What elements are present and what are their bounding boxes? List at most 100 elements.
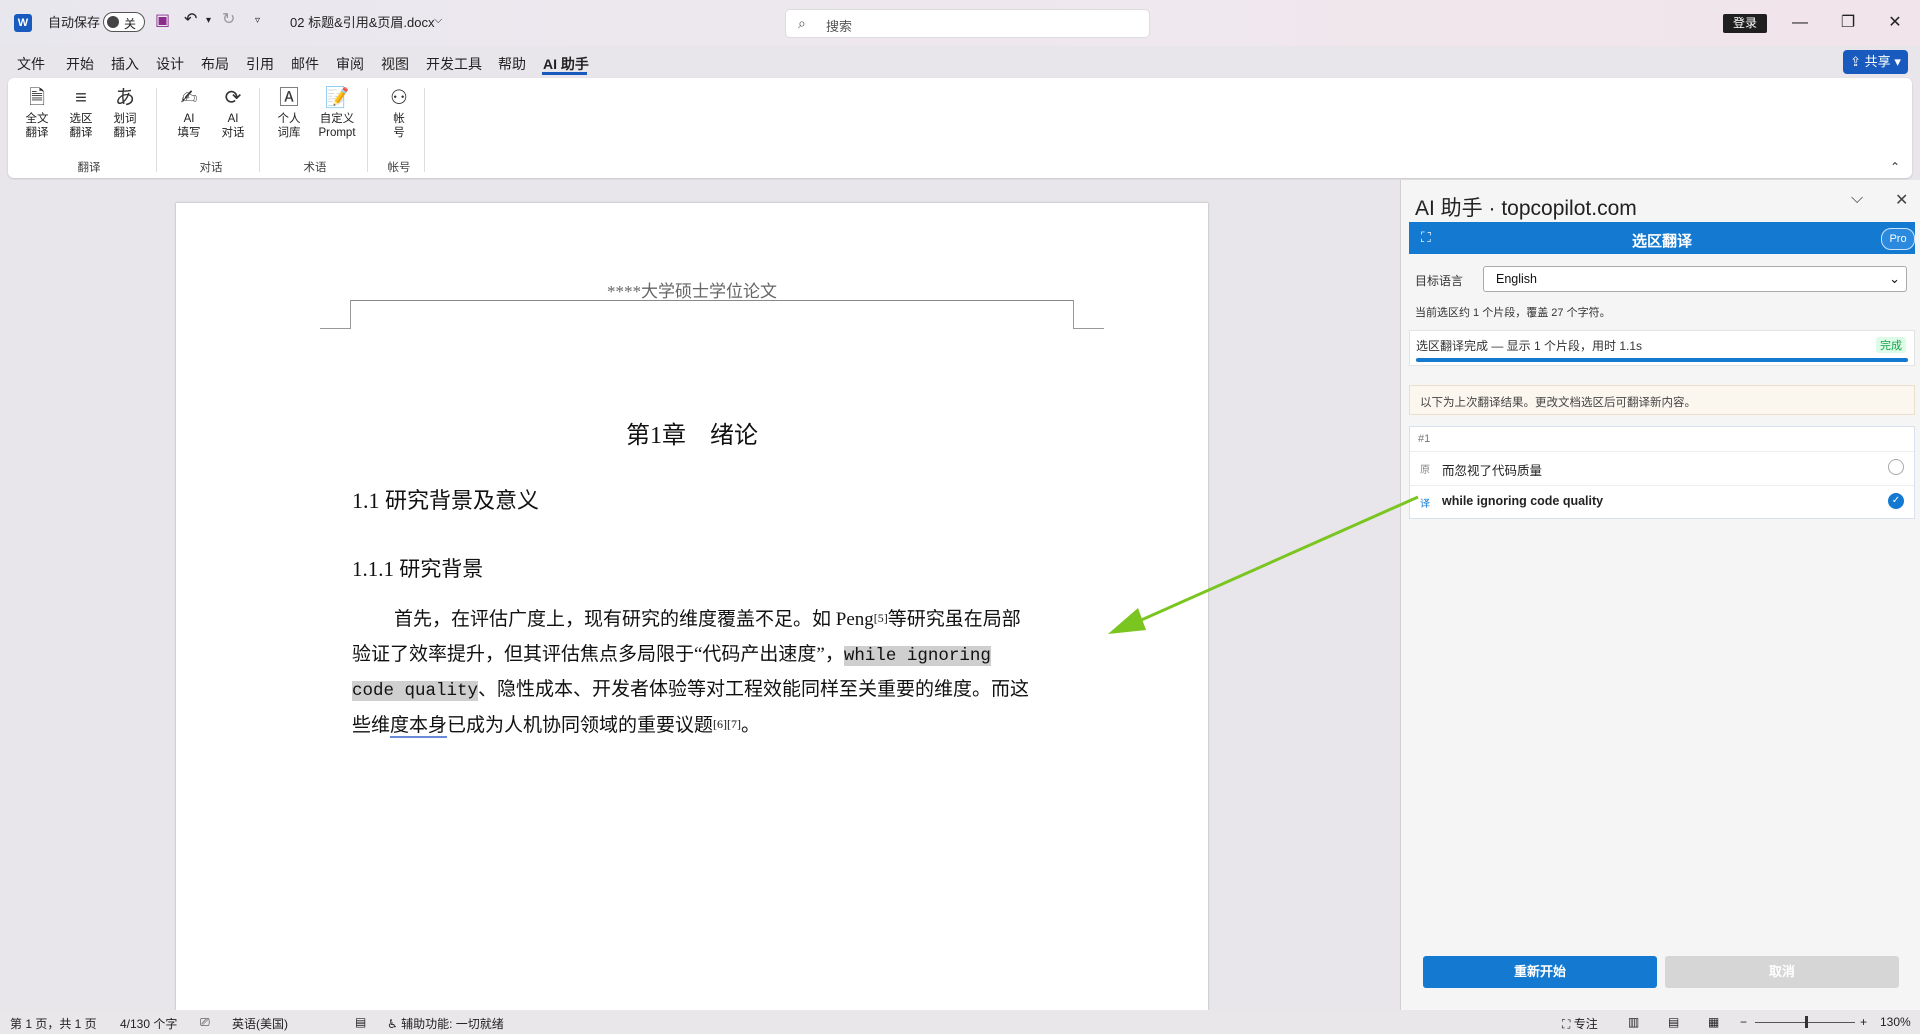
citation-superscript[interactable]: [5]: [874, 611, 888, 625]
ai-fill-label-2: 填写: [177, 127, 201, 139]
notice-box: 以下为上次翻译结果。更改文档选区后可翻译新内容。: [1409, 385, 1915, 415]
redo-icon[interactable]: ↻: [222, 9, 235, 29]
custom-prompt-button[interactable]: 📝 自定义 Prompt: [312, 86, 362, 140]
progress-track: [1416, 358, 1908, 362]
search-icon: ⌕: [798, 15, 806, 31]
tab-file[interactable]: 文件: [17, 54, 45, 74]
word-count[interactable]: 4/130 个字: [120, 1015, 177, 1032]
tab-design[interactable]: 设计: [156, 54, 184, 74]
title-bar: W 自动保存 关 ▣ ↶ ▾ ↻ ▿ 02 标题&引用&页眉.docx ⌵ ⌕ …: [0, 0, 1920, 46]
account-label-1: 帐: [393, 113, 405, 125]
document-page[interactable]: ****大学硕士学位论文 第1章 绪论 1.1 研究背景及意义 1.1.1 研究…: [176, 203, 1208, 1010]
zoom-in-icon[interactable]: +: [1860, 1015, 1867, 1029]
zoom-out-icon[interactable]: −: [1740, 1015, 1747, 1029]
customize-toolbar-icon[interactable]: ▿: [255, 15, 260, 26]
result-index: #1: [1418, 433, 1431, 445]
close-icon[interactable]: ✕: [1880, 10, 1910, 36]
tab-home[interactable]: 开始: [66, 54, 94, 74]
translation-row[interactable]: 译 while ignoring code quality ✓: [1410, 485, 1914, 516]
zoom-slider-thumb[interactable]: [1805, 1016, 1808, 1028]
target-language-select[interactable]: English ⌄: [1483, 266, 1907, 292]
group-terms: 术语: [303, 162, 327, 174]
minimize-icon[interactable]: —: [1785, 10, 1815, 36]
source-row[interactable]: 原 而忽视了代码质量: [1410, 451, 1914, 482]
citation-superscript[interactable]: [6][7]: [713, 717, 741, 731]
notice-text: 以下为上次翻译结果。更改文档选区后可翻译新内容。: [1420, 397, 1696, 409]
pro-badge[interactable]: Pro: [1881, 228, 1915, 250]
save-icon[interactable]: ▣: [155, 10, 170, 30]
tab-mailings[interactable]: 邮件: [291, 54, 319, 74]
group-chat: 对话: [199, 162, 223, 174]
tab-review[interactable]: 审阅: [336, 54, 364, 74]
language-status[interactable]: 英语(美国): [232, 1015, 288, 1032]
autosave-state: 关: [124, 17, 137, 31]
tab-help[interactable]: 帮助: [498, 54, 526, 74]
text-run: 。: [741, 714, 761, 736]
target-language-value: English: [1496, 272, 1537, 286]
tab-insert[interactable]: 插入: [111, 54, 139, 74]
accessibility-icon: ♿: [387, 1017, 398, 1031]
undo-dropdown-icon[interactable]: ▾: [206, 15, 211, 26]
personal-glossary-button[interactable]: 🄰 个人 词库: [272, 86, 306, 140]
status-bar: 第 1 页，共 1 页 4/130 个字 ⎚ 英语(美国) ▤ ♿ 辅助功能: …: [0, 1010, 1920, 1034]
word-app-icon: W: [14, 14, 32, 32]
ai-fill-button[interactable]: ✍ AI 填写: [172, 86, 206, 140]
full-translate-button[interactable]: 🗎 全文 翻译: [20, 86, 54, 140]
toggle-knob: [107, 16, 119, 28]
filename-chevron-icon[interactable]: ⌵: [434, 14, 442, 27]
translation-radio[interactable]: ✓: [1888, 493, 1904, 509]
restart-button[interactable]: 重新开始: [1423, 956, 1657, 988]
focus-mode[interactable]: ⛶ 专注: [1562, 1015, 1598, 1032]
tab-ai-assistant[interactable]: AI 助手: [543, 54, 589, 74]
login-button[interactable]: 登录: [1723, 14, 1767, 33]
document-filename[interactable]: 02 标题&引用&页眉.docx: [290, 12, 435, 31]
text-run: 已成为人机协同领域的重要议题: [447, 714, 714, 736]
tab-developer[interactable]: 开发工具: [426, 54, 482, 74]
ai-fill-label-1: AI: [183, 113, 195, 125]
print-layout-icon[interactable]: ▤: [1668, 1015, 1679, 1029]
tab-view[interactable]: 视图: [381, 54, 409, 74]
spellcheck-underline[interactable]: 度本身: [390, 714, 448, 738]
margin-corner: [1073, 300, 1104, 329]
restore-icon[interactable]: ❐: [1833, 10, 1863, 36]
target-language-label: 目标语言: [1415, 274, 1464, 288]
ai-chat-button[interactable]: ⟳ AI 对话: [216, 86, 250, 140]
panel-header-bar: ⛶ 选区翻译 Pro: [1409, 222, 1915, 254]
text-run: 验证了效率提升，但其评估焦点多局限于“代码产出速度”，: [352, 643, 844, 665]
undo-icon[interactable]: ↶: [184, 9, 197, 29]
collapse-ribbon-icon[interactable]: ⌃: [1890, 160, 1900, 174]
source-radio[interactable]: [1888, 459, 1904, 475]
account-button[interactable]: ⚇ 帐 号: [382, 86, 416, 140]
panel-close-icon[interactable]: ✕: [1895, 190, 1908, 210]
ai-chat-icon: ⟳: [224, 87, 242, 109]
selection-translate-button[interactable]: ≡ 选区 翻译: [64, 86, 98, 140]
translated-selection[interactable]: while ignoring: [843, 645, 991, 666]
web-layout-icon[interactable]: ▦: [1708, 1015, 1719, 1029]
share-button[interactable]: ⇪ 共享 ▾: [1843, 50, 1908, 74]
tab-references[interactable]: 引用: [246, 54, 274, 74]
ribbon-separator: [259, 88, 260, 172]
zoom-level[interactable]: 130%: [1880, 1015, 1911, 1029]
active-tab-indicator: [542, 72, 587, 75]
full-translate-label-2: 翻译: [25, 127, 49, 139]
panel-options-chevron-icon[interactable]: ⌵: [1851, 190, 1863, 208]
autosave-toggle[interactable]: 关: [103, 12, 145, 32]
panel-title: AI 助手 · topcopilot.com: [1415, 197, 1637, 220]
translated-selection[interactable]: code quality: [352, 681, 479, 701]
accessibility-status[interactable]: ♿ 辅助功能: 一切就绪: [387, 1015, 504, 1032]
focus-label: 专注: [1573, 1017, 1598, 1031]
cancel-button[interactable]: 取消: [1665, 956, 1899, 988]
proofing-icon[interactable]: ⎚: [200, 1015, 210, 1030]
search-box[interactable]: ⌕ 搜索: [785, 9, 1150, 38]
word-translate-icon: あ: [115, 87, 135, 109]
read-mode-icon[interactable]: ▥: [1628, 1015, 1639, 1029]
tab-layout[interactable]: 布局: [201, 54, 229, 74]
chevron-down-icon: ⌄: [1889, 271, 1900, 286]
predictions-icon[interactable]: ▤: [355, 1015, 366, 1029]
progress-text: 选区翻译完成 — 显示 1 个片段，用时 1.1s: [1416, 339, 1643, 353]
page-count[interactable]: 第 1 页，共 1 页: [10, 1015, 97, 1032]
status-badge: 完成: [1876, 337, 1906, 353]
word-translate-button[interactable]: あ 划词 翻译: [108, 86, 142, 140]
translation-tag: 译: [1420, 499, 1430, 510]
body-paragraph: 首先，在评估广度上，现有研究的维度覆盖不足。如 Peng[5]等研究虽在局部 验…: [352, 603, 1078, 743]
